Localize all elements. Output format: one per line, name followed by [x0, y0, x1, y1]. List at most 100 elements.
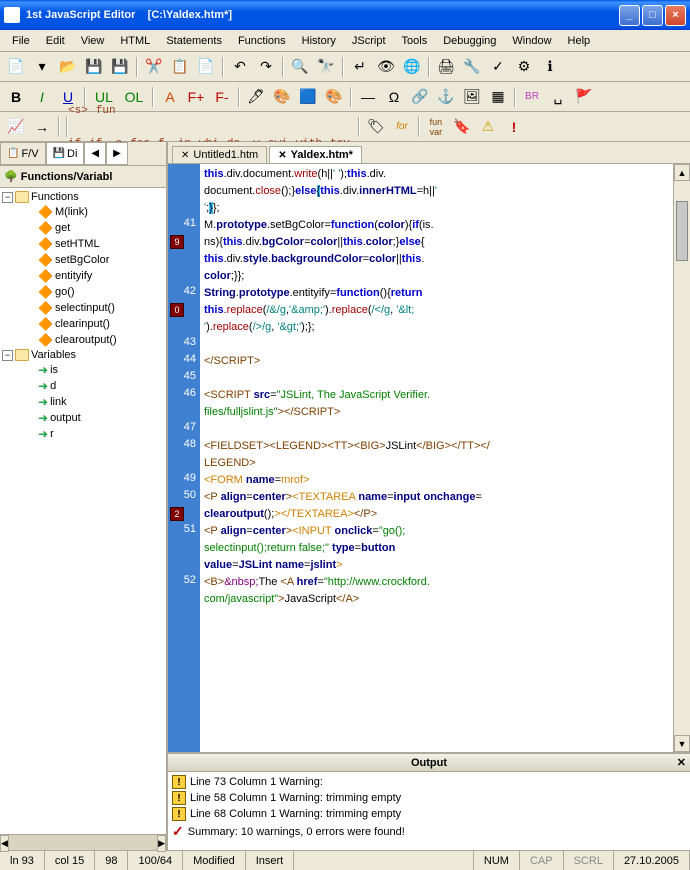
code-line[interactable]: files/fulljslint.js"></SCRIPT> — [204, 404, 669, 421]
gutter-line[interactable] — [168, 200, 200, 217]
scroll-down-icon[interactable]: ▼ — [674, 735, 690, 752]
space-icon[interactable]: ␣ — [546, 85, 570, 109]
code-line[interactable]: ';}}; — [204, 200, 669, 217]
menu-help[interactable]: Help — [560, 33, 599, 49]
menu-file[interactable]: File — [4, 33, 38, 49]
menu-debugging[interactable]: Debugging — [435, 33, 504, 49]
gutter-line[interactable]: 48 — [168, 438, 200, 455]
snippet-s[interactable]: <s> — [64, 105, 92, 117]
hr-icon[interactable]: — — [356, 85, 380, 109]
tool-icon[interactable]: 🔧 — [460, 55, 484, 79]
undo-icon[interactable]: ↶ — [228, 55, 252, 79]
menu-tools[interactable]: Tools — [394, 33, 436, 49]
gutter-line[interactable]: 2 — [168, 506, 200, 523]
output-warning-line[interactable]: !Line 68 Column 1 Warning: trimming empt… — [172, 806, 686, 822]
redo-icon[interactable]: ↷ — [254, 55, 278, 79]
bookmark-icon[interactable]: 2 — [170, 507, 184, 521]
print-icon[interactable]: 🖨 — [434, 55, 458, 79]
tab-di[interactable]: 💾 Di — [46, 142, 85, 165]
check-icon[interactable]: ✓ — [486, 55, 510, 79]
tab-nav-left[interactable]: ◀ — [84, 142, 106, 165]
scroll-up-icon[interactable]: ▲ — [674, 164, 690, 181]
gutter-line[interactable]: 50 — [168, 489, 200, 506]
gutter-line[interactable] — [168, 251, 200, 268]
output-warning-line[interactable]: !Line 73 Column 1 Warning: inserting ''t… — [172, 774, 686, 790]
tree-func-item[interactable]: 🔶 setBgColor — [2, 252, 164, 268]
tree-func-item[interactable]: 🔶 clearinput() — [2, 316, 164, 332]
menu-history[interactable]: History — [294, 33, 344, 49]
tree-func-item[interactable]: 🔶 clearoutput() — [2, 332, 164, 348]
gutter-line[interactable]: 51 — [168, 523, 200, 540]
gutter-line[interactable] — [168, 319, 200, 336]
code-content[interactable]: this.div.document.write(h||' ');this.div… — [200, 164, 673, 752]
close-button[interactable]: × — [665, 5, 686, 26]
gutter-line[interactable] — [168, 404, 200, 421]
collapse-icon[interactable]: − — [2, 192, 13, 203]
tree-var-item[interactable]: ➜ link — [2, 394, 164, 410]
help-icon[interactable]: ℹ — [538, 55, 562, 79]
gutter-line[interactable] — [168, 268, 200, 285]
code-line[interactable]: <B>&nbsp;The <A href="http://www.crockfo… — [204, 574, 669, 591]
tree-var-item[interactable]: ➜ d — [2, 378, 164, 394]
gutter-line[interactable]: 41 — [168, 217, 200, 234]
gutter-line[interactable] — [168, 166, 200, 183]
snippet-fun[interactable]: fun — [92, 105, 120, 117]
output-close-icon[interactable]: ✕ — [677, 756, 686, 769]
code-line[interactable]: this.div.document.write(h||' ');this.div… — [204, 166, 669, 183]
new-file-icon[interactable]: 📄 — [4, 55, 28, 79]
menu-html[interactable]: HTML — [112, 33, 158, 49]
code-line[interactable]: <FORM name=mrof> — [204, 472, 669, 489]
paste-icon[interactable]: 📄 — [194, 55, 218, 79]
tree-func-item[interactable]: 🔶 get — [2, 220, 164, 236]
menu-window[interactable]: Window — [504, 33, 559, 49]
code-line[interactable]: <P align=center><TEXTAREA name=input onc… — [204, 489, 669, 506]
gutter-line[interactable] — [168, 183, 200, 200]
editor-tab[interactable]: ✕Yaldex.htm* — [269, 146, 362, 163]
bold-button[interactable]: B — [4, 85, 28, 109]
gutter-line[interactable]: 44 — [168, 353, 200, 370]
br-icon[interactable]: BR — [520, 85, 544, 109]
tree-func-item[interactable]: 🔶 setHTML — [2, 236, 164, 252]
gutter-line[interactable]: 45 — [168, 370, 200, 387]
vertical-scrollbar[interactable]: ▲ ▼ — [673, 164, 690, 752]
bookmark-icon[interactable]: 0 — [170, 303, 184, 317]
tab-close-icon[interactable]: ✕ — [181, 150, 189, 161]
flag-icon[interactable]: 🚩 — [572, 85, 596, 109]
code-line[interactable]: document.close();}else{this.div.innerHTM… — [204, 183, 669, 200]
editor-tab[interactable]: ✕Untitled1.htm — [172, 146, 267, 163]
tree-var-item[interactable]: ➜ output — [2, 410, 164, 426]
tab-close-icon[interactable]: ✕ — [278, 150, 286, 161]
scroll-right-icon[interactable]: ▶ — [157, 835, 166, 852]
gear-icon[interactable]: ⚙ — [512, 55, 536, 79]
code-line[interactable]: LEGEND> — [204, 455, 669, 472]
tree-var-item[interactable]: ➜ r — [2, 426, 164, 442]
link-icon[interactable]: 🔗 — [408, 85, 432, 109]
code-area[interactable]: 419420434445464748495025152 this.div.doc… — [168, 164, 690, 752]
menu-edit[interactable]: Edit — [38, 33, 73, 49]
tree-func-item[interactable]: 🔶 M(link) — [2, 204, 164, 220]
tree-variables-folder[interactable]: − Variables — [2, 348, 164, 362]
code-line[interactable] — [204, 421, 669, 438]
minimize-button[interactable]: _ — [619, 5, 640, 26]
sidebar-scrollbar[interactable]: ◀ ▶ — [0, 834, 166, 850]
char-icon[interactable]: Ω — [382, 85, 406, 109]
gutter-line[interactable] — [168, 540, 200, 557]
wrap-icon[interactable]: ↵ — [348, 55, 372, 79]
gutter-line[interactable]: 0 — [168, 302, 200, 319]
code-line[interactable]: <P align=center><INPUT onclick="go(); — [204, 523, 669, 540]
arrow-icon[interactable]: → — [30, 115, 54, 139]
code-line[interactable]: ').replace(/>/g, '&gt;');}; — [204, 319, 669, 336]
code-line[interactable]: selectinput();return false;" type=button — [204, 540, 669, 557]
code-line[interactable] — [204, 336, 669, 353]
save-all-icon[interactable]: 💾 — [108, 55, 132, 79]
dropdown-icon[interactable]: ▾ — [30, 55, 54, 79]
menu-statements[interactable]: Statements — [158, 33, 230, 49]
output-content[interactable]: !Line 73 Column 1 Warning: inserting ''t… — [168, 772, 690, 850]
tab-nav-right[interactable]: ▶ — [106, 142, 128, 165]
binoculars-icon[interactable]: 🔭 — [314, 55, 338, 79]
preview-icon[interactable]: 👁 — [374, 55, 398, 79]
menu-functions[interactable]: Functions — [230, 33, 294, 49]
bookmark-icon[interactable]: 9 — [170, 235, 184, 249]
tab-fv[interactable]: 📋 F/V — [0, 142, 46, 165]
image-icon[interactable]: 🖼 — [460, 85, 484, 109]
